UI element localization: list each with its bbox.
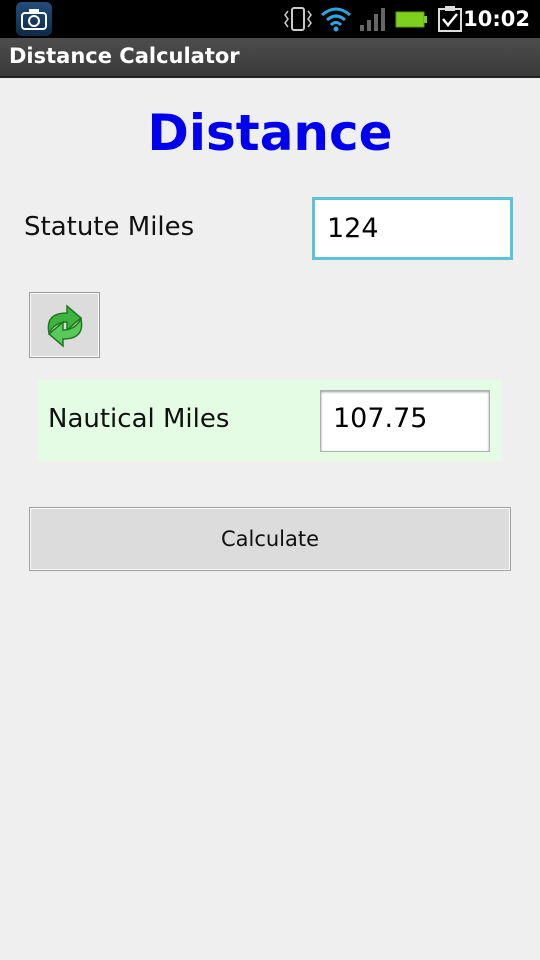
wifi-icon — [321, 7, 351, 32]
app-title: Distance Calculator — [9, 44, 240, 68]
task-check-icon — [438, 6, 462, 32]
swap-button[interactable] — [29, 292, 100, 358]
calculate-button[interactable]: Calculate — [29, 507, 511, 571]
app-title-bar: Distance Calculator — [0, 38, 540, 78]
status-time: 10:02 — [463, 7, 530, 31]
statute-miles-label: Statute Miles — [24, 212, 195, 242]
vibrate-icon — [284, 7, 312, 31]
battery-icon — [395, 11, 427, 28]
status-bar: 10:02 — [0, 0, 540, 38]
nautical-miles-input[interactable]: 107.75 — [320, 390, 490, 452]
swap-arrows-icon — [47, 304, 83, 348]
signal-icon — [360, 8, 385, 31]
statute-miles-input[interactable]: 124 — [312, 197, 513, 260]
camera-icon — [16, 2, 52, 36]
page-heading: Distance — [147, 104, 393, 162]
nautical-miles-label: Nautical Miles — [48, 404, 230, 434]
